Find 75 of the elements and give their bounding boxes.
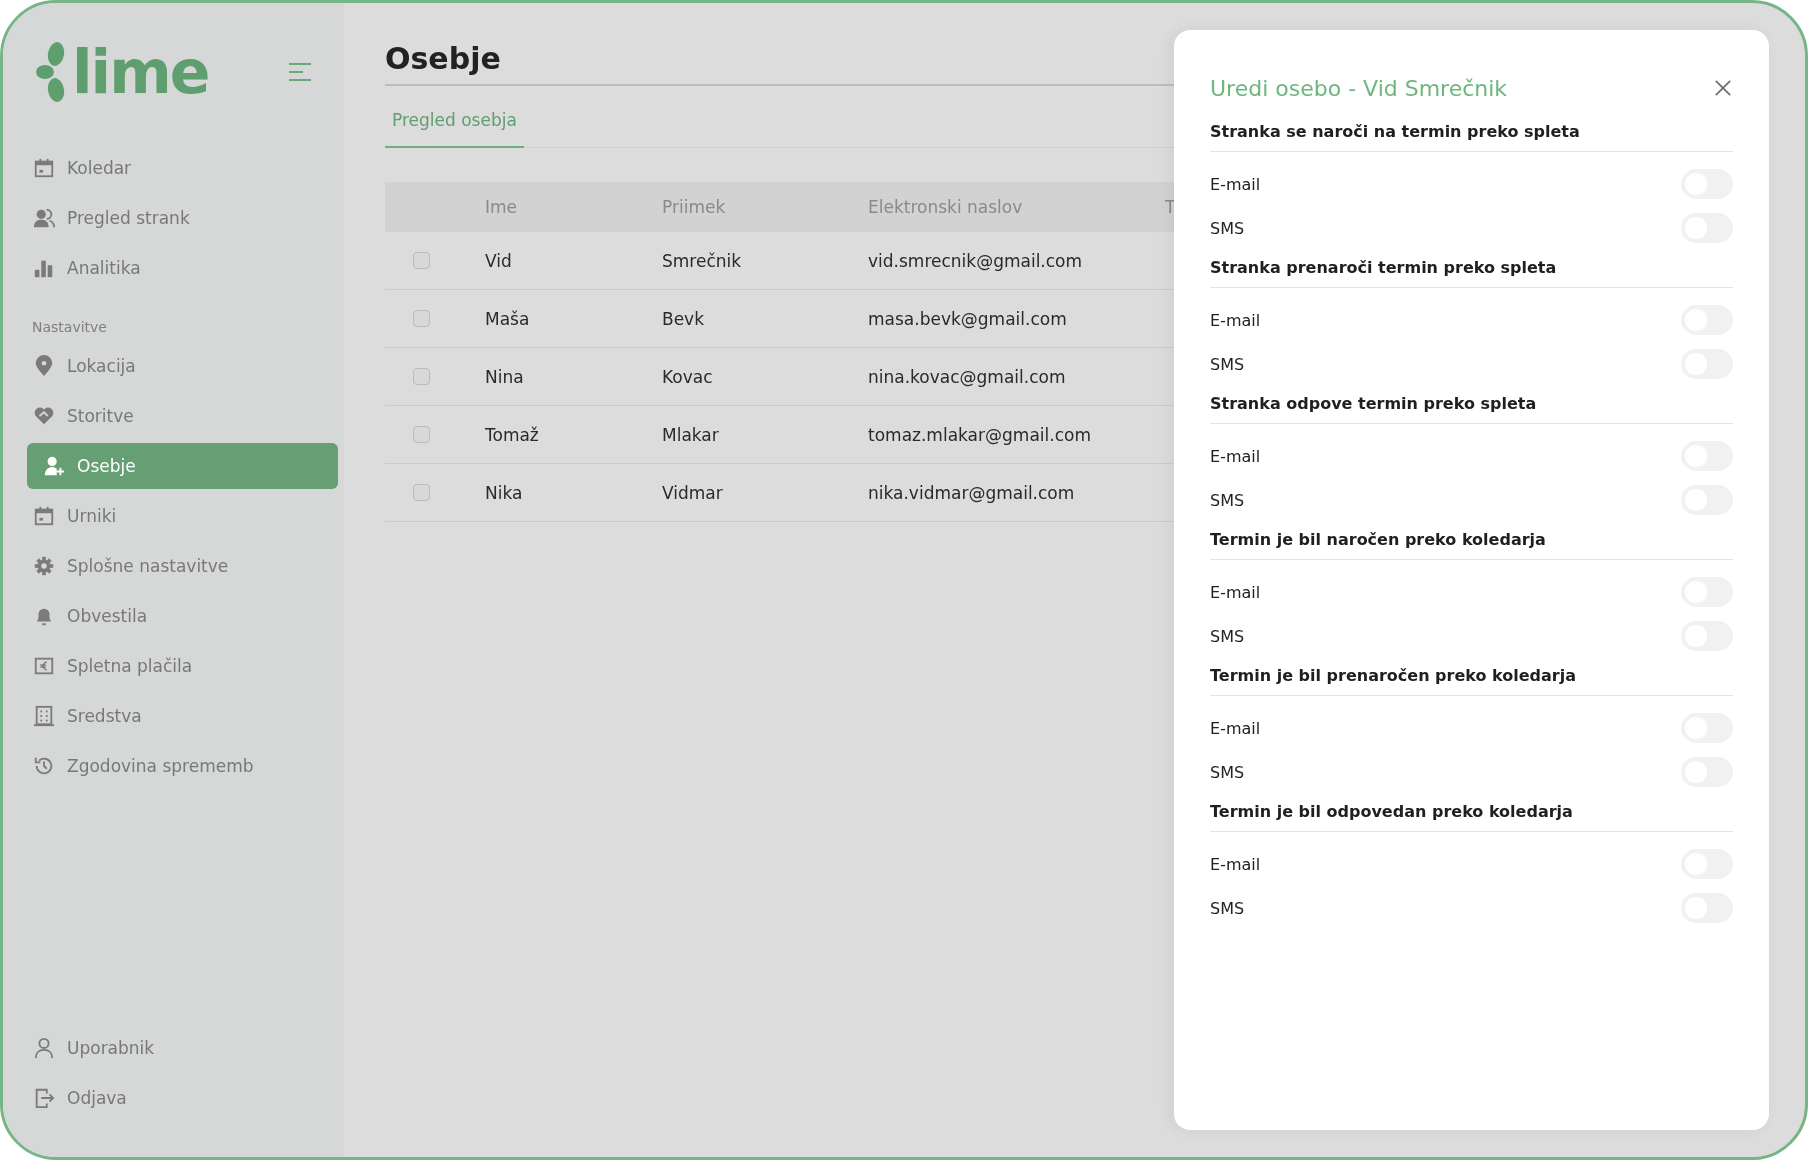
column-header: T (1165, 197, 1176, 217)
nav-item[interactable]: Koledar (27, 145, 338, 191)
row-checkbox[interactable] (413, 484, 430, 501)
option-label: SMS (1210, 354, 1245, 374)
row-checkbox[interactable] (413, 368, 430, 385)
nav-item[interactable]: Urniki (27, 493, 338, 539)
table-cell: Bevk (662, 308, 705, 329)
option-label: SMS (1210, 898, 1245, 918)
user-icon (33, 1037, 55, 1059)
logo-wordmark: lime (72, 41, 209, 103)
nav-item[interactable]: Splošne nastavitve (27, 543, 338, 589)
table-cell: Kovac (662, 366, 713, 387)
pin-icon (33, 355, 55, 377)
nav-item[interactable]: Uporabnik (27, 1025, 338, 1071)
table-cell: Smrečnik (662, 250, 742, 271)
table-cell: nina.kovac@gmail.com (868, 366, 1066, 387)
row-checkbox[interactable] (413, 252, 430, 269)
table-cell: nika.vidmar@gmail.com (868, 482, 1075, 503)
column-header: Elektronski naslov (868, 197, 1023, 217)
nav-item[interactable]: Sredstva (27, 693, 338, 739)
users-icon (33, 207, 55, 229)
nav-item[interactable]: Odjava (27, 1075, 338, 1121)
option-label: E-mail (1210, 174, 1261, 194)
option-label: SMS (1210, 490, 1245, 510)
userplus-icon (43, 455, 65, 477)
table-cell: Mlakar (662, 424, 719, 445)
table-cell: Vidmar (662, 482, 723, 503)
option-label: E-mail (1210, 854, 1261, 874)
euro-icon (33, 655, 55, 677)
nav-item[interactable]: Zgodovina sprememb (27, 743, 338, 789)
section-heading: Stranka se naroči na termin preko spleta (1210, 116, 1733, 152)
close-button[interactable] (1713, 78, 1733, 98)
menu-icon[interactable] (288, 62, 312, 82)
option-label: SMS (1210, 218, 1245, 238)
nav-item[interactable]: Pregled strank (27, 195, 338, 241)
section-heading: Stranka odpove termin preko spleta (1210, 388, 1733, 424)
option-label: SMS (1210, 626, 1245, 646)
heart-icon (33, 405, 55, 427)
section-label: Nastavitve (32, 319, 108, 335)
section-heading: Termin je bil odpovedan preko koledarja (1210, 796, 1733, 832)
gear-icon (33, 555, 55, 577)
column-header: Ime (485, 197, 518, 217)
column-header: Priimek (662, 197, 726, 217)
table-cell: Vid (485, 250, 512, 271)
section-heading: Termin je bil naročen preko koledarja (1210, 524, 1733, 560)
table-cell: Nina (485, 366, 524, 387)
option-label: E-mail (1210, 446, 1261, 466)
calendar-icon (33, 505, 55, 527)
option-label: E-mail (1210, 582, 1261, 602)
close-icon (1714, 79, 1732, 97)
table-cell: Nika (485, 482, 523, 503)
nav-item[interactable]: Analitika (27, 245, 338, 291)
table-cell: Tomaž (485, 424, 539, 445)
option-label: E-mail (1210, 718, 1261, 738)
section-heading: Termin je bil prenaročen preko koledarja (1210, 660, 1733, 696)
row-checkbox[interactable] (413, 310, 430, 327)
tab[interactable]: Pregled osebja (385, 102, 524, 148)
option-label: E-mail (1210, 310, 1261, 330)
history-icon (33, 755, 55, 777)
table-cell: Maša (485, 308, 530, 329)
row-checkbox[interactable] (413, 426, 430, 443)
table-cell: tomaz.mlakar@gmail.com (868, 424, 1091, 445)
nav-item[interactable]: Lokacija (27, 343, 338, 389)
nav-item[interactable]: Obvestila (27, 593, 338, 639)
nav-item[interactable]: Storitve (27, 393, 338, 439)
table-cell: vid.smrecnik@gmail.com (868, 250, 1083, 271)
building-icon (33, 705, 55, 727)
option-label: SMS (1210, 762, 1245, 782)
section-heading: Stranka prenaroči termin preko spleta (1210, 252, 1733, 288)
logout-icon (33, 1087, 55, 1109)
leaf-logo-icon (36, 41, 66, 103)
calendar-icon (33, 157, 55, 179)
table-cell: masa.bevk@gmail.com (868, 308, 1067, 329)
nav-item[interactable]: Osebje (27, 443, 338, 489)
nav-item[interactable]: Spletna plačila (27, 643, 338, 689)
